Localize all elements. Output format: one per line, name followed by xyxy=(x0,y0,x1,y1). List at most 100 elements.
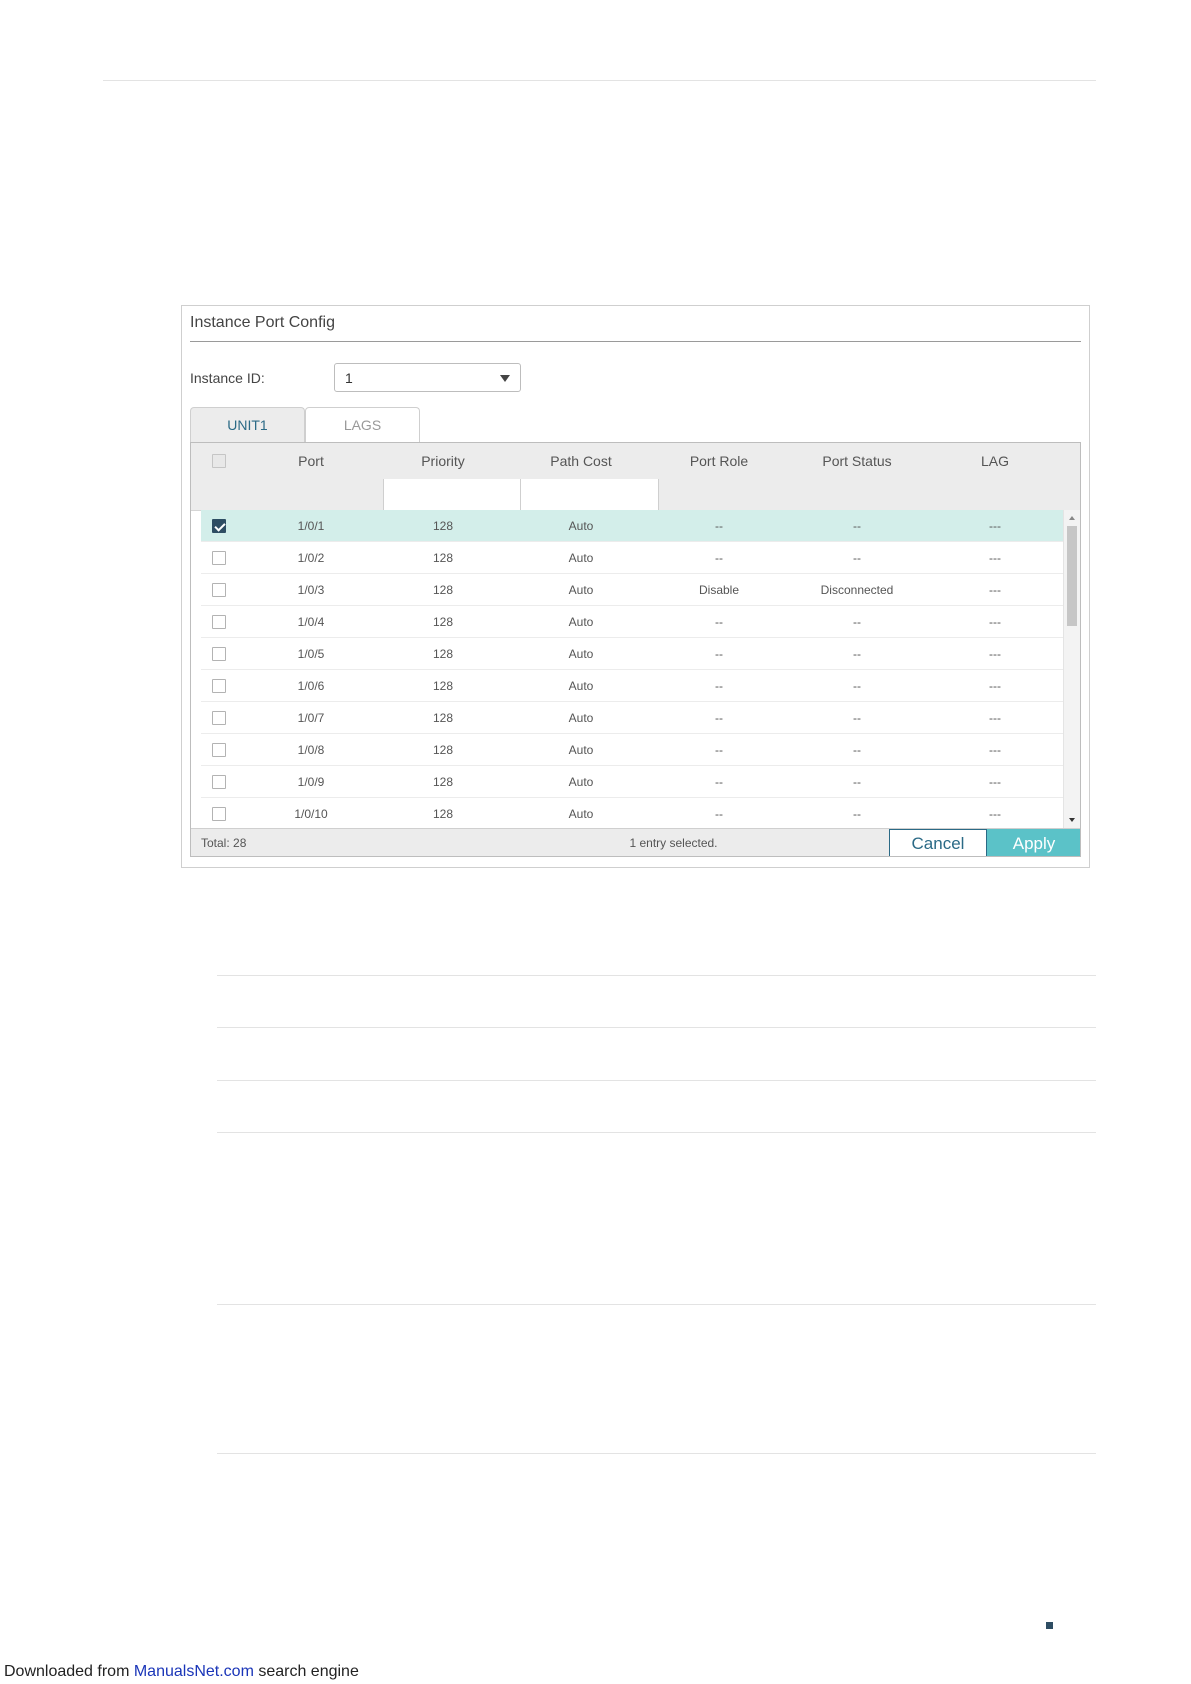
footer-suffix: search engine xyxy=(253,1663,359,1680)
col-priority[interactable]: Priority xyxy=(374,443,512,479)
instance-id-select[interactable]: 1 xyxy=(334,363,521,392)
scroll-down-icon[interactable] xyxy=(1069,818,1075,822)
table-row[interactable]: 1/0/7 128 Auto -- -- --- xyxy=(201,702,1063,734)
cell-port-role: -- xyxy=(715,551,723,565)
table-row[interactable]: 1/0/9 128 Auto -- -- --- xyxy=(201,766,1063,798)
cell-port-status: -- xyxy=(853,647,861,661)
cell-port: 1/0/7 xyxy=(297,711,325,725)
cell-lag: --- xyxy=(989,615,1001,629)
cell-priority: 128 xyxy=(432,743,454,757)
divider-2 xyxy=(217,1027,1096,1028)
total-count: Total: 28 xyxy=(201,836,247,850)
col-port-role[interactable]: Port Role xyxy=(650,443,788,479)
cell-port-status: Disconnected xyxy=(820,583,894,597)
cell-lag: --- xyxy=(989,743,1001,757)
divider-5 xyxy=(217,1304,1096,1305)
row-checkbox[interactable] xyxy=(212,807,226,821)
path-cost-filter-input[interactable] xyxy=(520,479,659,510)
cell-lag: --- xyxy=(989,519,1001,533)
cell-port-status: -- xyxy=(853,551,861,565)
cell-priority: 128 xyxy=(432,551,454,565)
scroll-thumb[interactable] xyxy=(1067,526,1077,626)
table-row[interactable]: 1/0/2 128 Auto -- -- --- xyxy=(201,542,1063,574)
table-row[interactable]: 1/0/8 128 Auto -- -- --- xyxy=(201,734,1063,766)
cell-path-cost: Auto xyxy=(568,743,594,757)
col-port[interactable]: Port xyxy=(248,443,374,479)
cell-port-status: -- xyxy=(853,743,861,757)
cell-path-cost: Auto xyxy=(568,519,594,533)
table-row[interactable]: 1/0/5 128 Auto -- -- --- xyxy=(201,638,1063,670)
cell-port: 1/0/6 xyxy=(297,679,325,693)
cell-port-role: -- xyxy=(715,807,723,821)
scroll-up-icon[interactable] xyxy=(1069,516,1075,520)
panel-title: Instance Port Config xyxy=(190,314,335,331)
select-all-checkbox[interactable] xyxy=(212,454,226,468)
row-checkbox[interactable] xyxy=(212,551,226,565)
cell-priority: 128 xyxy=(432,615,454,629)
cell-path-cost: Auto xyxy=(568,807,594,821)
cell-port: 1/0/2 xyxy=(297,551,325,565)
cell-path-cost: Auto xyxy=(568,711,594,725)
cell-priority: 128 xyxy=(432,519,454,533)
cell-lag: --- xyxy=(989,679,1001,693)
cell-priority: 128 xyxy=(432,679,454,693)
cell-port-status: -- xyxy=(853,711,861,725)
row-checkbox[interactable] xyxy=(212,615,226,629)
download-footer: Downloaded from ManualsNet.com search en… xyxy=(4,1663,359,1681)
table-header: Port Priority Path Cost Port Role Port S… xyxy=(191,443,1080,480)
col-port-status[interactable]: Port Status xyxy=(788,443,926,479)
tab-unit1[interactable]: UNIT1 xyxy=(190,407,305,442)
cell-port: 1/0/1 xyxy=(297,519,325,533)
cell-path-cost: Auto xyxy=(568,647,594,661)
row-checkbox[interactable] xyxy=(212,711,226,725)
row-checkbox[interactable] xyxy=(212,583,226,597)
instance-id-value: 1 xyxy=(345,370,353,386)
cancel-button[interactable]: Cancel xyxy=(889,829,987,856)
row-checkbox[interactable] xyxy=(212,743,226,757)
cell-port-status: -- xyxy=(853,615,861,629)
cell-lag: --- xyxy=(989,775,1001,789)
row-checkbox[interactable] xyxy=(212,775,226,789)
selection-status: 1 entry selected. xyxy=(629,836,718,850)
cell-port: 1/0/10 xyxy=(294,807,328,821)
cell-priority: 128 xyxy=(432,647,454,661)
row-checkbox[interactable] xyxy=(212,647,226,661)
table-scrollbar[interactable] xyxy=(1063,510,1080,828)
cell-priority: 128 xyxy=(432,583,454,597)
title-rule xyxy=(190,341,1081,342)
cell-path-cost: Auto xyxy=(568,775,594,789)
table-row[interactable]: 1/0/1 128 Auto -- -- --- xyxy=(201,510,1063,542)
row-checkbox[interactable] xyxy=(212,519,226,533)
port-table: Port Priority Path Cost Port Role Port S… xyxy=(190,442,1081,857)
footer-prefix: Downloaded from xyxy=(4,1663,134,1680)
cell-lag: --- xyxy=(989,711,1001,725)
divider-3 xyxy=(217,1080,1096,1081)
row-checkbox[interactable] xyxy=(212,679,226,693)
cell-path-cost: Auto xyxy=(568,551,594,565)
cell-port: 1/0/4 xyxy=(297,615,325,629)
cell-port-role: -- xyxy=(715,647,723,661)
cell-port-role: -- xyxy=(715,679,723,693)
cell-port-role: -- xyxy=(715,775,723,789)
table-row[interactable]: 1/0/4 128 Auto -- -- --- xyxy=(201,606,1063,638)
priority-filter-input[interactable] xyxy=(383,479,521,510)
cell-port-status: -- xyxy=(853,679,861,693)
page-marker xyxy=(1046,1622,1053,1629)
table-row[interactable]: 1/0/6 128 Auto -- -- --- xyxy=(201,670,1063,702)
divider-4 xyxy=(217,1132,1096,1133)
cell-port-role: -- xyxy=(715,519,723,533)
cell-priority: 128 xyxy=(432,807,454,821)
col-path-cost[interactable]: Path Cost xyxy=(512,443,650,479)
tab-lags[interactable]: LAGS xyxy=(305,407,420,442)
top-rule xyxy=(103,80,1096,81)
col-lag[interactable]: LAG xyxy=(926,443,1064,479)
apply-button[interactable]: Apply xyxy=(987,829,1080,856)
divider-1 xyxy=(217,975,1096,976)
instance-port-config-panel: Instance Port Config Instance ID: 1 UNIT… xyxy=(181,305,1090,868)
table-row[interactable]: 1/0/10 128 Auto -- -- --- xyxy=(201,798,1063,828)
table-row[interactable]: 1/0/3 128 Auto Disable Disconnected --- xyxy=(201,574,1063,606)
manualsnet-link[interactable]: ManualsNet.com xyxy=(134,1663,254,1680)
cell-priority: 128 xyxy=(432,711,454,725)
cell-lag: --- xyxy=(989,807,1001,821)
cell-path-cost: Auto xyxy=(568,679,594,693)
